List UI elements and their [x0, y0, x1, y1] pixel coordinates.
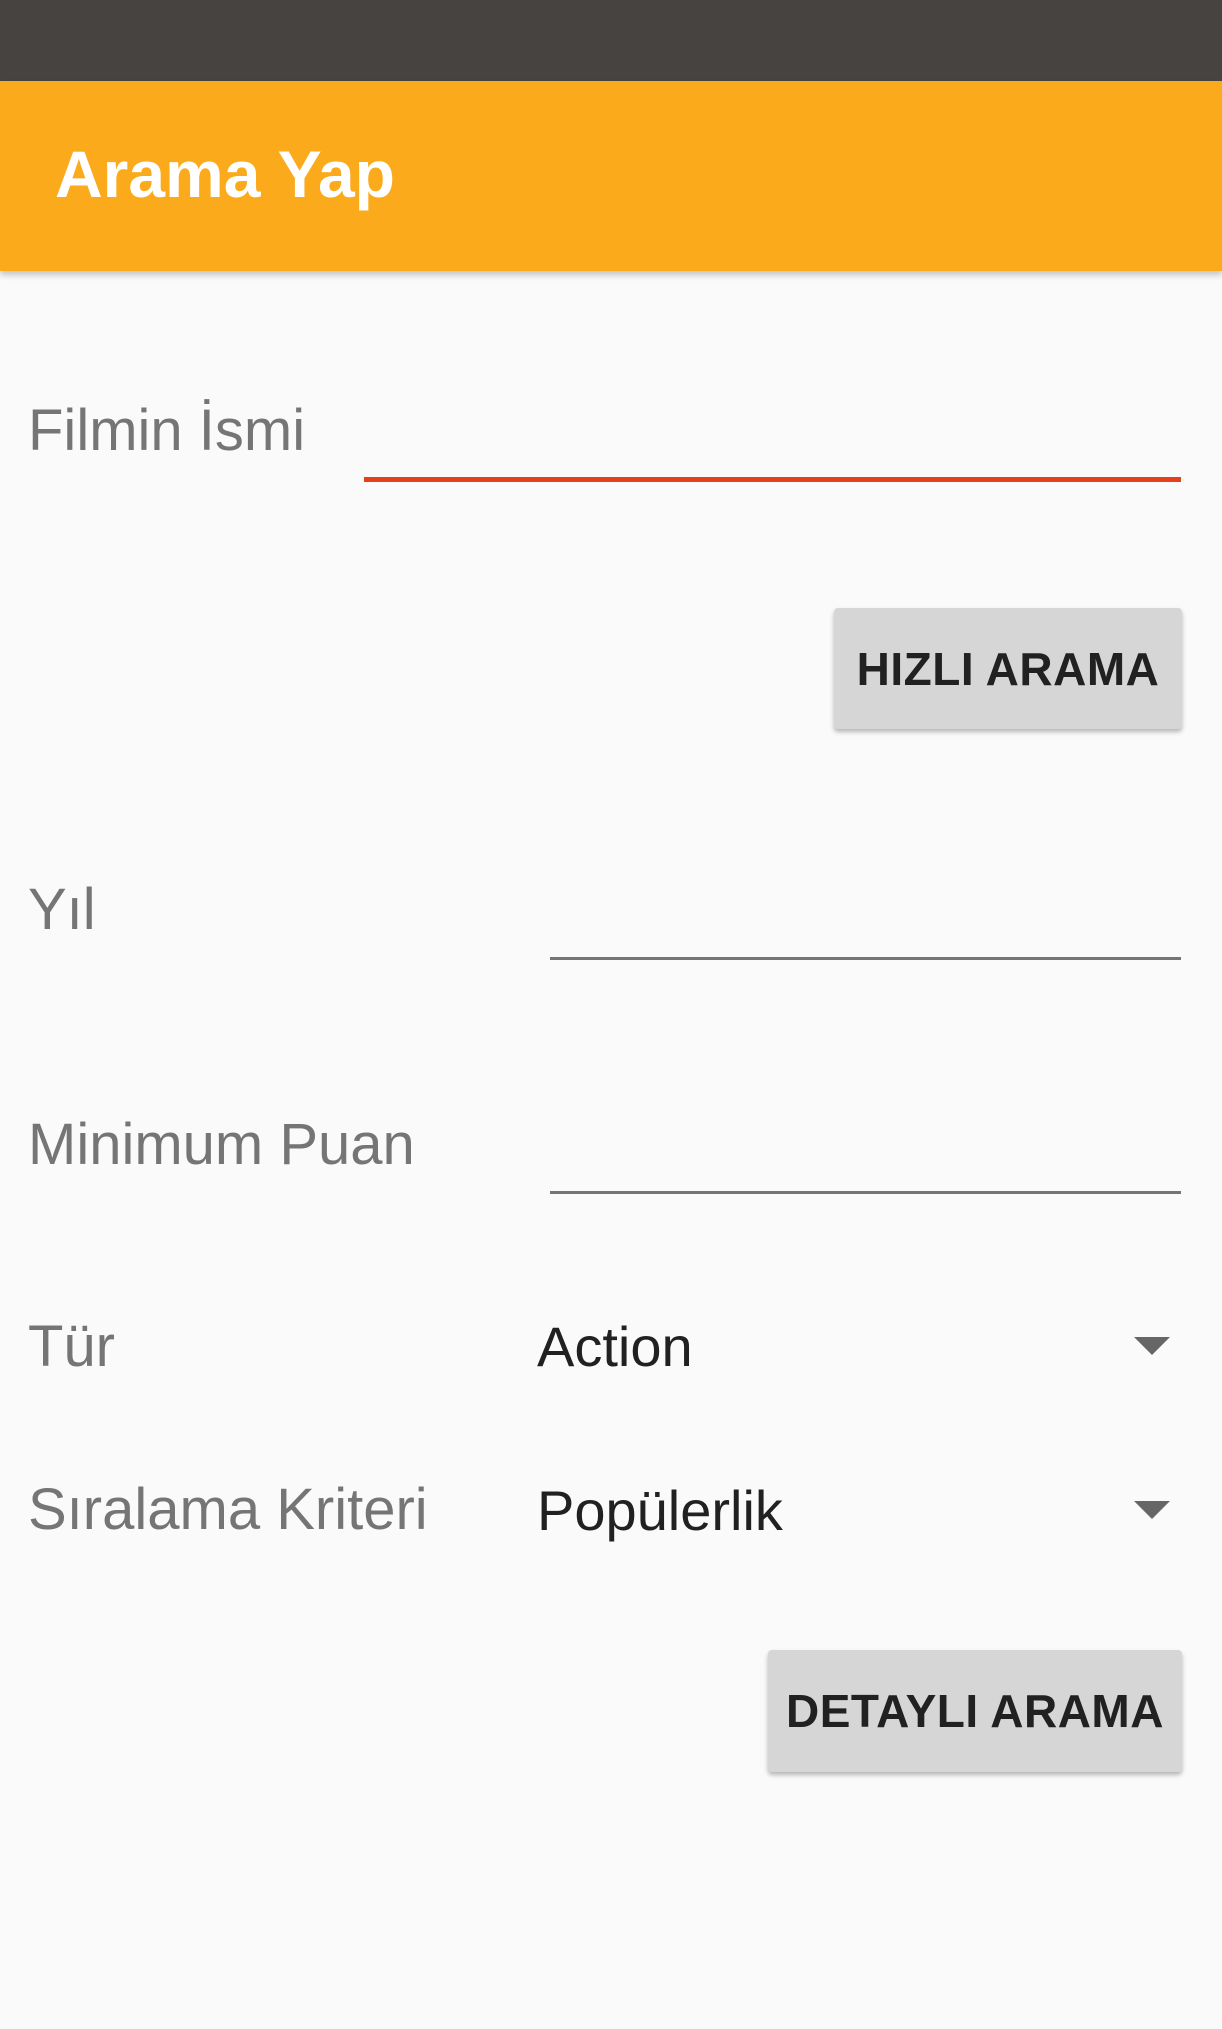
film-name-input[interactable]: [364, 392, 1181, 482]
sort-label: Sıralama Kriteri: [28, 1477, 428, 1542]
genre-spinner[interactable]: Action: [537, 1297, 1182, 1397]
status-bar: [0, 0, 1222, 81]
quick-search-button[interactable]: HIZLI ARAMA: [834, 608, 1182, 729]
sort-selected-value: Popülerlik: [537, 1479, 783, 1542]
triangle-down-icon: [1134, 1501, 1170, 1519]
min-rating-label: Minimum Puan: [28, 1112, 415, 1177]
genre-selected-value: Action: [537, 1315, 693, 1378]
film-name-label: Filmin İsmi: [28, 398, 306, 463]
page-title: Arama Yap: [55, 137, 395, 211]
genre-label: Tür: [28, 1314, 115, 1379]
detailed-search-button[interactable]: DETAYLI ARAMA: [768, 1650, 1182, 1772]
min-rating-input[interactable]: [550, 1104, 1181, 1194]
triangle-down-icon: [1134, 1337, 1170, 1355]
year-label: Yıl: [28, 877, 96, 942]
app-bar: Arama Yap: [0, 81, 1222, 271]
year-input[interactable]: [550, 870, 1181, 960]
sort-spinner[interactable]: Popülerlik: [537, 1461, 1182, 1561]
